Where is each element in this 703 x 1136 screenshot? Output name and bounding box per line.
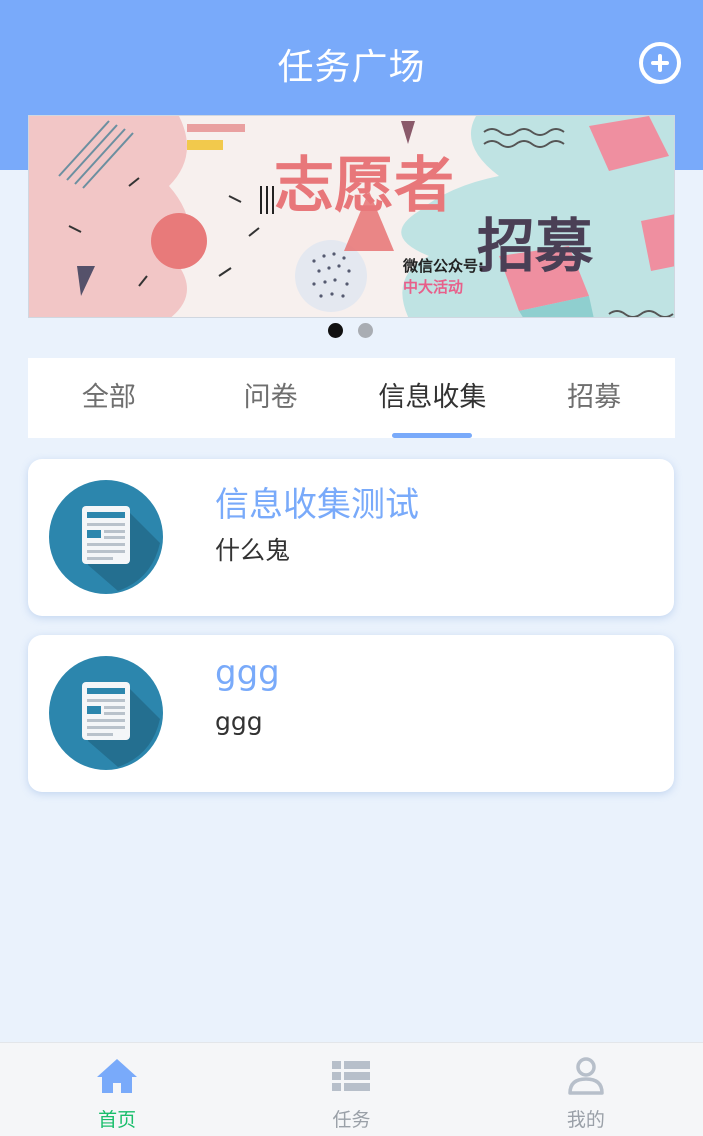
- carousel-dot-1[interactable]: [328, 323, 343, 338]
- page-title: 任务广场: [277, 47, 426, 88]
- carousel-dot-2[interactable]: [358, 323, 373, 338]
- document-icon: [49, 480, 163, 594]
- tabbar-item-profile[interactable]: 我的: [469, 1043, 703, 1136]
- tab-recruit[interactable]: 招募: [513, 358, 675, 438]
- tab-all[interactable]: 全部: [28, 358, 190, 438]
- tabbar-label-tasks: 任务: [332, 1109, 371, 1131]
- banner-title-line2: 招募: [477, 212, 594, 280]
- task-description: ggg: [215, 707, 263, 736]
- home-icon: [97, 1059, 138, 1093]
- tab-info-collection-label: 信息收集: [378, 382, 487, 413]
- category-tabs: 全部 问卷 信息收集 招募: [28, 358, 675, 438]
- banner-carousel[interactable]: 志愿者 招募 微信公众号: 中大活动: [28, 115, 675, 318]
- task-card[interactable]: 信息收集测试 什么鬼: [28, 459, 674, 616]
- banner-wechat-name: 中大活动: [403, 278, 463, 296]
- tabbar-item-tasks[interactable]: 任务: [234, 1043, 468, 1136]
- banner-wechat-label: 微信公众号:: [402, 257, 484, 275]
- user-icon: [568, 1057, 604, 1095]
- list-icon: [332, 1061, 371, 1091]
- task-title: 信息收集测试: [215, 485, 419, 525]
- document-icon: [49, 656, 163, 770]
- task-description: 什么鬼: [215, 536, 291, 565]
- carousel-indicator: [0, 323, 703, 339]
- banner-title-line1: 志愿者: [274, 151, 454, 221]
- active-tab-indicator: [392, 433, 473, 438]
- task-title: ggg: [215, 653, 280, 693]
- tab-survey[interactable]: 问卷: [190, 358, 352, 438]
- bottom-tabbar: 首页 任务 我的: [0, 1042, 703, 1136]
- tabbar-item-home[interactable]: 首页: [0, 1043, 234, 1136]
- tabbar-label-profile: 我的: [566, 1109, 605, 1131]
- task-card[interactable]: ggg ggg: [28, 635, 674, 792]
- banner-image: 志愿者 招募 微信公众号: 中大活动: [29, 116, 674, 317]
- plus-circle-icon[interactable]: [639, 42, 681, 84]
- tab-info-collection[interactable]: 信息收集: [352, 358, 514, 438]
- tabbar-label-home: 首页: [98, 1109, 137, 1131]
